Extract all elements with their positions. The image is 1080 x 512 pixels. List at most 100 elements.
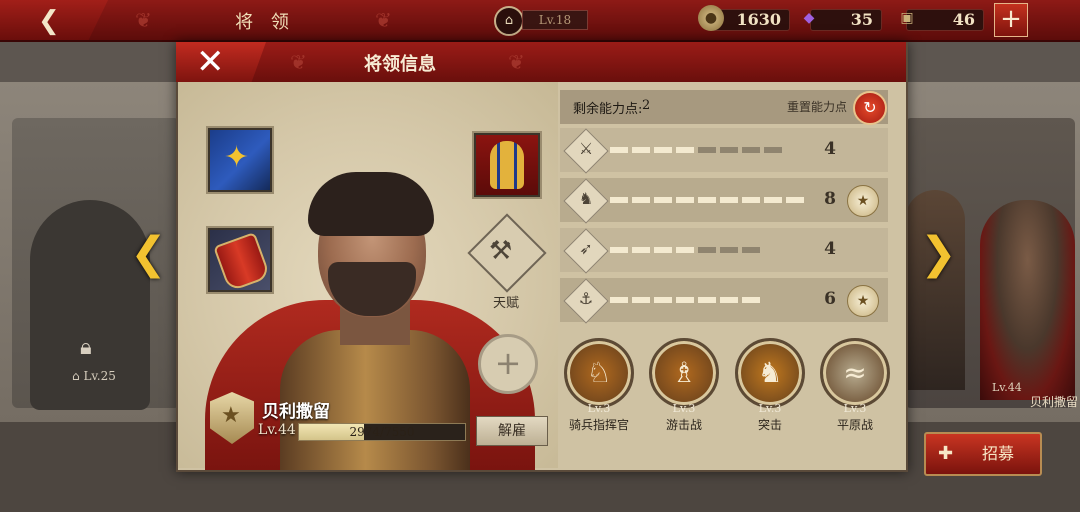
chevron-left-icon: ❮ — [38, 6, 60, 36]
general-name: 贝利撒留 — [262, 402, 330, 422]
bow-icon: ➶ — [579, 239, 593, 258]
skill-button[interactable]: ♗ — [649, 338, 719, 408]
stat-bar-segment — [720, 247, 738, 253]
add-talent-button[interactable]: + — [478, 334, 538, 394]
sword-icon: ⚔ — [578, 139, 594, 158]
stat-bar-segment — [610, 247, 628, 253]
stat-bar — [610, 197, 804, 203]
skill-name: 骑兵指挥官 — [568, 418, 629, 432]
shield-equipment-slot[interactable] — [208, 228, 272, 293]
castle-icon: ⌂ — [72, 369, 80, 383]
stat-bar-segment — [720, 147, 738, 153]
next-general-arrow-icon[interactable]: ❯ — [920, 228, 957, 279]
stat-bar-segment — [698, 297, 716, 303]
stat-bar-segment — [742, 147, 760, 153]
experience-text: 2974/7550 — [349, 425, 415, 439]
laurel-medal-icon: ★ — [847, 285, 879, 317]
right-card-name: 贝利撒留 — [1030, 395, 1079, 409]
reset-points-label: 重置能力点 — [787, 100, 848, 114]
stat-bar-segment — [786, 197, 804, 203]
plains-icon: ≈ — [843, 356, 867, 389]
stat-bar-segment — [698, 247, 716, 253]
stat-bar-segment — [610, 297, 628, 303]
siege-engine-icon: ⚒ — [489, 236, 513, 266]
stat-bar-segment — [764, 147, 782, 153]
stat-bar-segment — [676, 247, 694, 253]
star-icon: ★ — [221, 403, 241, 428]
eagle-banner-icon: ✦ — [224, 140, 250, 175]
recruit-button[interactable]: ✚ 招募 — [924, 432, 1042, 476]
crate-icon: ▣ — [900, 10, 914, 26]
dismiss-button[interactable]: 解雇 — [476, 416, 548, 446]
cavalry-charge-icon: ♞ — [757, 356, 783, 389]
close-icon: ✕ — [196, 42, 225, 82]
laurel-right-icon: ❦ — [508, 50, 525, 74]
stat-bar — [610, 147, 782, 153]
skill-name: 突击 — [757, 418, 782, 432]
stat-bar-segment — [632, 247, 650, 253]
stat-bar-segment — [676, 147, 694, 153]
skill-level: Lv.3 — [587, 402, 611, 415]
remaining-points-label: 剩余能力点: — [573, 102, 643, 117]
skill-level: Lv.3 — [843, 402, 867, 415]
stat-bar-segment — [632, 147, 650, 153]
general-portrait-hair — [308, 172, 434, 236]
castle-icon: ⌂ — [494, 6, 524, 36]
horse-head-icon: ♘ — [586, 356, 612, 389]
skill-button[interactable]: ≈ — [820, 338, 890, 408]
stat-value: 4 — [824, 239, 836, 259]
right-card-portrait-1 — [905, 190, 965, 390]
stat-bar — [610, 247, 760, 253]
stat-bar-segment — [720, 197, 738, 203]
stat-bar-segment — [742, 247, 760, 253]
stat-value: 8 — [824, 189, 836, 209]
lock-icon: 🔒︎ — [80, 335, 92, 360]
skill-button[interactable]: ♞ — [735, 338, 805, 408]
laurel-left-icon: ❦ — [135, 8, 152, 32]
stat-bar-segment — [654, 297, 672, 303]
stat-bar-segment — [698, 197, 716, 203]
stat-bar-segment — [610, 147, 628, 153]
experience-bar: 2974/7550 — [298, 423, 466, 441]
plus-icon: + — [494, 344, 522, 382]
gem-icon: ◆ — [803, 10, 815, 26]
stat-bar-segment — [654, 147, 672, 153]
laurel-left-icon: ❦ — [290, 50, 307, 74]
horse-icon: ♞ — [578, 189, 594, 208]
stat-bar-segment — [764, 197, 782, 203]
stat-bar-segment — [676, 197, 694, 203]
recruit-icon: ✚ — [938, 443, 954, 464]
left-card-level: ⌂ Lv.25 — [72, 369, 116, 383]
stat-bar-segment — [654, 247, 672, 253]
laurel-medal-icon: ★ — [847, 185, 879, 217]
general-level: Lv.44 — [258, 422, 296, 438]
shield-icon — [213, 231, 271, 293]
stat-bar-segment — [610, 197, 628, 203]
skill-level: Lv.3 — [672, 402, 696, 415]
remaining-points-value: 2 — [642, 98, 651, 113]
add-resources-button[interactable]: + — [994, 3, 1028, 37]
stat-bar-segment — [720, 297, 738, 303]
banner-equipment-slot[interactable]: ✦ — [208, 128, 272, 192]
stat-bar-segment — [676, 297, 694, 303]
reset-points-button[interactable]: ↻ — [853, 91, 887, 125]
right-card-portrait-2 — [980, 200, 1075, 400]
skill-name: 平原战 — [836, 418, 873, 432]
skirmishers-icon: ♗ — [671, 356, 697, 389]
pharaoh-talent-slot[interactable] — [474, 133, 540, 197]
skill-level: Lv.3 — [758, 402, 782, 415]
refresh-icon: ↻ — [863, 98, 877, 117]
close-button[interactable]: ✕ — [176, 42, 266, 82]
skill-button[interactable]: ♘ — [564, 338, 634, 408]
plus-icon: + — [1000, 4, 1022, 34]
talent-label: 天赋 — [492, 296, 519, 311]
stat-bar-segment — [742, 297, 760, 303]
stat-value: 6 — [824, 289, 836, 309]
castle-level: Lv.18 — [522, 10, 588, 30]
stat-value: 4 — [824, 139, 836, 159]
prev-general-arrow-icon[interactable]: ❮ — [130, 228, 167, 279]
stat-bar-segment — [742, 197, 760, 203]
stat-bar-segment — [632, 297, 650, 303]
stat-bar-segment — [654, 197, 672, 203]
coin-icon: ● — [698, 5, 724, 31]
